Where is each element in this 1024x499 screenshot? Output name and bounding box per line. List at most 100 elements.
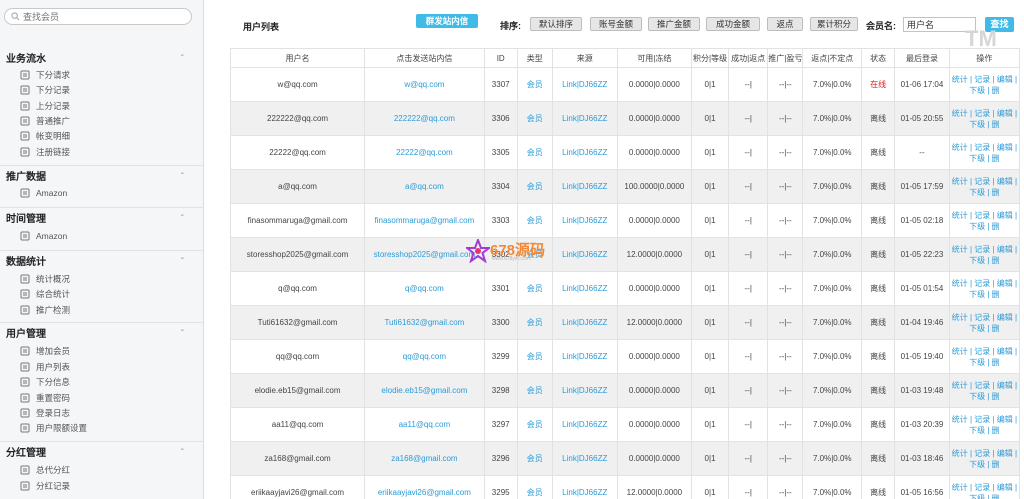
- actions-cell[interactable]: 统计 | 记录 | 编辑 | 下级 | 删: [952, 483, 1017, 499]
- actions-cell[interactable]: 统计 | 记录 | 编辑 | 下级 | 删: [952, 143, 1017, 163]
- source-link[interactable]: Link|DJ66ZZ: [562, 318, 607, 327]
- actions-cell[interactable]: 统计 | 记录 | 编辑 | 下级 | 删: [952, 347, 1017, 367]
- sidebar-item[interactable]: 增加会员: [20, 345, 70, 359]
- sidebar-item[interactable]: 用户列表: [20, 361, 70, 375]
- collapse-icon[interactable]: -: [181, 168, 184, 179]
- send-message-link[interactable]: za168@gmail.com: [391, 454, 457, 463]
- sort-button[interactable]: 返点: [767, 17, 803, 31]
- promo-profit-cell-td: --|--: [767, 271, 804, 306]
- source-link[interactable]: Link|DJ66ZZ: [562, 386, 607, 395]
- actions-cell-td: 统计 | 记录 | 编辑 | 下级 | 删: [948, 67, 1021, 102]
- actions-cell[interactable]: 统计 | 记录 | 编辑 | 下级 | 删: [952, 313, 1017, 333]
- points-level-cell-td: 0|1: [690, 373, 730, 408]
- id-cell: 3297: [491, 420, 510, 429]
- member-search-box[interactable]: [4, 8, 192, 25]
- source-link[interactable]: Link|DJ66ZZ: [562, 284, 607, 293]
- balance-cell: 0.0000|0.0000: [628, 148, 680, 157]
- source-link[interactable]: Link|DJ66ZZ: [562, 80, 607, 89]
- sidebar-item[interactable]: 帐变明细: [20, 130, 70, 144]
- promo-profit-cell: --|--: [778, 148, 792, 157]
- send-message-link[interactable]: aa11@qq.com: [399, 420, 451, 429]
- amazon-icon: [20, 188, 30, 198]
- source-link[interactable]: Link|DJ66ZZ: [562, 454, 607, 463]
- sidebar-section-4[interactable]: 用户管理 -: [6, 325, 192, 341]
- id-cell-td: 3295: [483, 475, 518, 499]
- send-message-link[interactable]: Tuti61632@gmail.com: [384, 318, 464, 327]
- source-link[interactable]: Link|DJ66ZZ: [562, 352, 607, 361]
- sidebar-section-0[interactable]: 业务流水 -: [6, 50, 192, 66]
- actions-cell-td: 统计 | 记录 | 编辑 | 下级 | 删: [948, 407, 1021, 442]
- sort-button[interactable]: 默认排序: [530, 17, 582, 31]
- send-message-link[interactable]: storesshop2025@gmail.com: [374, 250, 476, 259]
- actions-cell[interactable]: 统计 | 记录 | 编辑 | 下级 | 删: [952, 449, 1017, 469]
- collapse-icon[interactable]: -: [181, 325, 184, 336]
- source-link[interactable]: Link|DJ66ZZ: [562, 488, 607, 497]
- send-message-link[interactable]: 222222@qq.com: [394, 114, 455, 123]
- status-cell: 离线: [870, 284, 887, 293]
- sidebar-item[interactable]: 综合统计: [20, 288, 70, 302]
- sidebar-section-3[interactable]: 数据统计 -: [6, 253, 192, 269]
- sidebar-item[interactable]: 推广检测: [20, 304, 70, 318]
- actions-cell[interactable]: 统计 | 记录 | 编辑 | 下级 | 删: [952, 109, 1017, 129]
- send-message-link[interactable]: qq@qq.com: [403, 352, 446, 361]
- send-message-link[interactable]: a@qq.com: [405, 182, 444, 191]
- actions-cell[interactable]: 统计 | 记录 | 编辑 | 下级 | 删: [952, 177, 1017, 197]
- send-message-link[interactable]: q@qq.com: [405, 284, 444, 293]
- sidebar-item[interactable]: 下分记录: [20, 84, 70, 98]
- type-cell-td: 会员: [516, 271, 553, 306]
- sort-button[interactable]: 累计积分: [810, 17, 858, 31]
- withdraw-request-icon: [20, 70, 30, 80]
- sort-button[interactable]: 账号金额: [590, 17, 642, 31]
- send-message-link[interactable]: 22222@qq.com: [396, 148, 453, 157]
- sidebar-section-5[interactable]: 分红管理 -: [6, 444, 192, 460]
- send-message-link[interactable]: elodie.eb15@gmail.com: [381, 386, 467, 395]
- actions-cell[interactable]: 统计 | 记录 | 编辑 | 下级 | 删: [952, 211, 1017, 231]
- sidebar-item[interactable]: 下分信息: [20, 376, 70, 390]
- success-rebate-cell: --|: [744, 488, 752, 497]
- send-message-link[interactable]: eriikaayjavi26@gmail.com: [378, 488, 471, 497]
- collapse-icon[interactable]: -: [181, 444, 184, 455]
- sidebar-item[interactable]: 统计概况: [20, 273, 70, 287]
- sidebar-item[interactable]: 分红记录: [20, 480, 70, 494]
- sidebar-section-1[interactable]: 推广数据 -: [6, 168, 192, 184]
- status-cell-td: 离线: [861, 339, 896, 374]
- sidebar-item[interactable]: 登录日志: [20, 407, 70, 421]
- source-link[interactable]: Link|DJ66ZZ: [562, 420, 607, 429]
- sidebar-item[interactable]: 总代分红: [20, 464, 70, 478]
- actions-cell[interactable]: 统计 | 记录 | 编辑 | 下级 | 删: [952, 75, 1017, 95]
- sidebar-item-label: 帐变明细: [36, 131, 71, 141]
- actions-cell[interactable]: 统计 | 记录 | 编辑 | 下级 | 删: [952, 381, 1017, 401]
- sidebar-item[interactable]: Amazon: [20, 188, 67, 202]
- sidebar-item[interactable]: 用户限额设置: [20, 422, 87, 436]
- send-message-link[interactable]: w@qq.com: [404, 80, 444, 89]
- sidebar-item[interactable]: 重置密码: [20, 392, 70, 406]
- promo-profit-cell: --|--: [778, 80, 792, 89]
- source-link[interactable]: Link|DJ66ZZ: [562, 148, 607, 157]
- broadcast-message-button[interactable]: 群发站内信: [416, 14, 478, 28]
- balance-cell: 12.0000|0.0000: [626, 318, 683, 327]
- actions-cell[interactable]: 统计 | 记录 | 编辑 | 下级 | 删: [952, 279, 1017, 299]
- member-search-input[interactable]: [23, 10, 183, 23]
- column-header: 可用|冻结: [616, 48, 692, 68]
- promo-profit-cell: --|--: [778, 420, 792, 429]
- collapse-icon[interactable]: -: [181, 210, 184, 221]
- sidebar-item[interactable]: 下分请求: [20, 69, 70, 83]
- column-header: 类型: [516, 48, 553, 68]
- send-message-link-td: a@qq.com: [364, 169, 485, 204]
- sidebar-item[interactable]: Amazon: [20, 231, 67, 245]
- source-link[interactable]: Link|DJ66ZZ: [562, 114, 607, 123]
- sidebar-item[interactable]: 上分记录: [20, 100, 70, 114]
- send-message-link[interactable]: finasommaruga@gmail.com: [375, 216, 475, 225]
- sidebar-item[interactable]: 普通推广: [20, 115, 70, 129]
- source-link-td: Link|DJ66ZZ: [551, 67, 618, 102]
- sort-button[interactable]: 成功金额: [706, 17, 760, 31]
- actions-cell[interactable]: 统计 | 记录 | 编辑 | 下级 | 删: [952, 245, 1017, 265]
- collapse-icon[interactable]: -: [181, 253, 184, 264]
- source-link[interactable]: Link|DJ66ZZ: [562, 182, 607, 191]
- sidebar-section-2[interactable]: 时间管理 -: [6, 210, 192, 226]
- sort-button[interactable]: 推广金额: [648, 17, 700, 31]
- source-link[interactable]: Link|DJ66ZZ: [562, 216, 607, 225]
- collapse-icon[interactable]: -: [181, 50, 184, 61]
- sidebar-item[interactable]: 注册链接: [20, 146, 70, 160]
- actions-cell[interactable]: 统计 | 记录 | 编辑 | 下级 | 删: [952, 415, 1017, 435]
